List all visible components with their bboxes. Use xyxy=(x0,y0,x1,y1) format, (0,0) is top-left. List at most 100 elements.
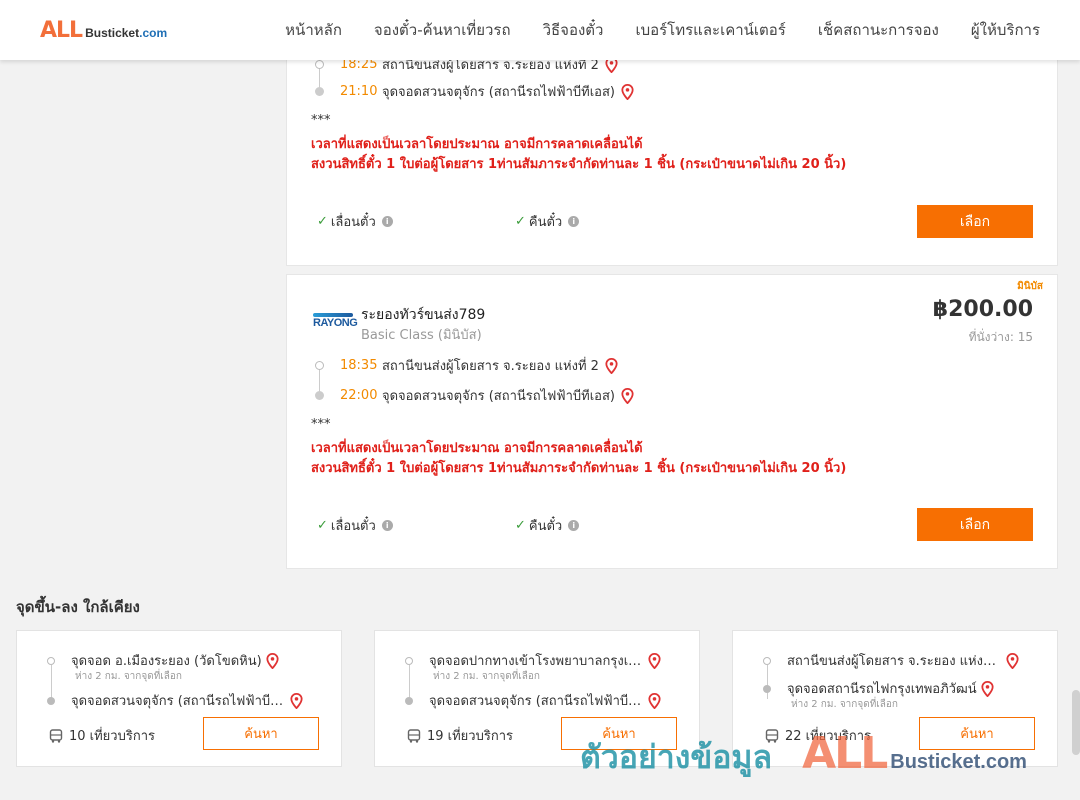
feature-label: คืนตั๋ว xyxy=(528,519,563,534)
logo-all-text: ALL xyxy=(40,18,83,43)
to-distance: ห่าง 2 กม. จากจุดที่เลือก xyxy=(791,699,898,710)
map-pin-icon[interactable] xyxy=(290,692,303,709)
check-icon: ✓ xyxy=(317,214,328,229)
info-icon[interactable]: i xyxy=(381,520,393,531)
trip-count: 19 เที่ยวบริการ xyxy=(407,725,513,746)
feature-change-ticket: ✓ เลื่อนตั๋ว i xyxy=(317,211,393,232)
depart-dot xyxy=(315,60,324,69)
time-disclaimer: เวลาที่แสดงเป็นเวลาโดยประมาณ อาจมีการคลา… xyxy=(311,441,643,456)
info-icon[interactable]: i xyxy=(381,216,393,227)
map-pin-icon[interactable] xyxy=(981,680,994,697)
map-pin-icon[interactable] xyxy=(648,692,661,709)
from-place: สถานีขนส่งผู้โดยสาร จ.ระยอง แห่งที่ 2 xyxy=(787,654,1002,669)
feature-refund-ticket: ✓ คืนตั๋ว i xyxy=(515,211,580,232)
trip-count-label: 10 เที่ยวบริการ xyxy=(69,729,155,744)
check-icon: ✓ xyxy=(515,214,526,229)
to-place: จุดจอดสถานีรถไฟกรุงเทพอภิวัฒน์ xyxy=(787,682,977,697)
remark-stars: *** xyxy=(311,417,331,432)
nav-home[interactable]: หน้าหลัก xyxy=(285,18,342,42)
remark-stars: *** xyxy=(311,113,331,128)
logo-domain: .com xyxy=(139,26,168,40)
arrive-time: 21:10 xyxy=(340,84,378,99)
from-dot xyxy=(47,656,55,665)
map-pin-icon[interactable] xyxy=(648,652,661,669)
from-place: จุดจอด อ.เมืองระยอง (วัดโขดหิน) xyxy=(71,654,262,669)
site-logo[interactable]: ALL Busticket.com xyxy=(40,18,167,43)
bus-icon xyxy=(49,728,63,743)
feature-refund-ticket: ✓ คืนตั๋ว i xyxy=(515,515,580,536)
from-distance: ห่าง 2 กม. จากจุดที่เลือก xyxy=(75,671,182,682)
nearby-card: สถานีขนส่งผู้โดยสาร จ.ระยอง แห่งที่ 2 จุ… xyxy=(732,630,1058,767)
search-nearby-button[interactable]: ค้นหา xyxy=(203,717,319,750)
trip-count: 10 เที่ยวบริการ xyxy=(49,725,155,746)
select-trip-button[interactable]: เลือก xyxy=(917,205,1033,238)
nav-how-to-book[interactable]: วิธีจองตั๋ว xyxy=(543,18,604,42)
trip-count-label: 19 เที่ยวบริการ xyxy=(427,729,513,744)
map-pin-icon[interactable] xyxy=(605,357,618,374)
from-place: จุดจอดปากทางเข้าโรงพยาบาลกรุงเทพ xyxy=(429,654,644,669)
arrive-time: 22:00 xyxy=(340,388,378,403)
seats-available: ที่นั่งว่าง: 15 xyxy=(968,330,1033,344)
check-icon: ✓ xyxy=(317,518,328,533)
time-disclaimer: เวลาที่แสดงเป็นเวลาโดยประมาณ อาจมีการคลา… xyxy=(311,137,643,152)
nav-operators[interactable]: ผู้ให้บริการ xyxy=(971,18,1040,42)
to-place: จุดจอดสวนจตุจักร (สถานีรถไฟฟ้าบีทีเอส) xyxy=(71,694,286,709)
nav-booking-status[interactable]: เช็คสถานะการจอง xyxy=(818,18,939,42)
info-icon[interactable]: i xyxy=(568,216,580,227)
depart-time: 18:35 xyxy=(340,358,378,373)
to-dot xyxy=(763,684,771,693)
info-icon[interactable]: i xyxy=(568,520,580,531)
operator-name: ระยองทัวร์ขนส่ง789 xyxy=(361,307,486,323)
nav-book-search[interactable]: จองตั๋ว-ค้นหาเที่ยวรถ xyxy=(374,18,511,42)
from-distance: ห่าง 2 กม. จากจุดที่เลือก xyxy=(433,671,540,682)
nearby-card: จุดจอดปากทางเข้าโรงพยาบาลกรุงเทพ ห่าง 2 … xyxy=(374,630,700,767)
to-place: จุดจอดสวนจตุจักร (สถานีรถไฟฟ้าบีทีเอส) xyxy=(429,694,644,709)
feature-change-ticket: ✓ เลื่อนตั๋ว i xyxy=(317,515,393,536)
from-dot xyxy=(763,656,771,665)
arrive-place: จุดจอดสวนจตุจักร (สถานีรถไฟฟ้าบีทีเอส) xyxy=(382,85,615,100)
scrollbar-thumb[interactable] xyxy=(1072,690,1080,755)
nav-phone-counters[interactable]: เบอร์โทรและเคาน์เตอร์ xyxy=(635,18,785,42)
feature-label: เลื่อนตั๋ว xyxy=(330,519,376,534)
ticket-price: ฿200.00 xyxy=(932,297,1033,322)
to-dot xyxy=(405,696,413,705)
trip-card: 18:25 สถานีขนส่งผู้โดยสาร จ.ระยอง แห่งที… xyxy=(286,40,1058,266)
arrive-dot xyxy=(315,87,324,96)
logo-busticket-text: Busticket.com xyxy=(85,26,167,40)
search-nearby-button[interactable]: ค้นหา xyxy=(561,717,677,750)
nearby-from: จุดจอด อ.เมืองระยอง (วัดโขดหิน) xyxy=(47,650,279,671)
from-dot xyxy=(405,656,413,665)
arrive-stop: 22:00 จุดจอดสวนจตุจักร (สถานีรถไฟฟ้าบีที… xyxy=(315,385,634,406)
luggage-policy: สงวนสิทธิ์ตั๋ว 1 ใบต่อผู้โดยสาร 1ท่านสัม… xyxy=(311,461,847,476)
map-pin-icon[interactable] xyxy=(266,652,279,669)
nearby-card: จุดจอด อ.เมืองระยอง (วัดโขดหิน) ห่าง 2 ก… xyxy=(16,630,342,767)
depart-stop: 18:35 สถานีขนส่งผู้โดยสาร จ.ระยอง แห่งที… xyxy=(315,355,618,376)
bus-icon xyxy=(765,728,779,743)
vehicle-type-badge: มินิบัส xyxy=(1017,281,1043,292)
map-pin-icon[interactable] xyxy=(621,387,634,404)
trip-card: มินิบัส RAYONG ระยองทัวร์ขนส่ง789 Basic … xyxy=(286,274,1058,569)
nearby-from: จุดจอดปากทางเข้าโรงพยาบาลกรุงเทพ xyxy=(405,650,661,671)
nearby-to: จุดจอดสวนจตุจักร (สถานีรถไฟฟ้าบีทีเอส) xyxy=(47,690,303,711)
arrive-place: จุดจอดสวนจตุจักร (สถานีรถไฟฟ้าบีทีเอส) xyxy=(382,389,615,404)
bus-class: Basic Class (มินิบัส) xyxy=(361,328,482,343)
nearby-to: จุดจอดสวนจตุจักร (สถานีรถไฟฟ้าบีทีเอส) xyxy=(405,690,661,711)
search-nearby-button[interactable]: ค้นหา xyxy=(919,717,1035,750)
logo-busticket-word: Busticket xyxy=(85,26,140,40)
main-nav: หน้าหลัก จองตั๋ว-ค้นหาเที่ยวรถ วิธีจองตั… xyxy=(285,0,1040,60)
operator-logo: RAYONG xyxy=(313,313,358,333)
to-dot xyxy=(47,696,55,705)
nearby-to: จุดจอดสถานีรถไฟกรุงเทพอภิวัฒน์ xyxy=(763,678,994,699)
feature-label: เลื่อนตั๋ว xyxy=(330,215,376,230)
arrive-dot xyxy=(315,391,324,400)
depart-place: สถานีขนส่งผู้โดยสาร จ.ระยอง แห่งที่ 2 xyxy=(382,359,599,374)
depart-dot xyxy=(315,361,324,370)
nearby-from: สถานีขนส่งผู้โดยสาร จ.ระยอง แห่งที่ 2 xyxy=(763,650,1019,671)
bus-icon xyxy=(407,728,421,743)
select-trip-button[interactable]: เลือก xyxy=(917,508,1033,541)
map-pin-icon[interactable] xyxy=(1006,652,1019,669)
top-header: ALL Busticket.com หน้าหลัก จองตั๋ว-ค้นหา… xyxy=(0,0,1080,60)
feature-label: คืนตั๋ว xyxy=(528,215,563,230)
map-pin-icon[interactable] xyxy=(621,83,634,100)
trip-count: 22 เที่ยวบริการ xyxy=(765,725,871,746)
